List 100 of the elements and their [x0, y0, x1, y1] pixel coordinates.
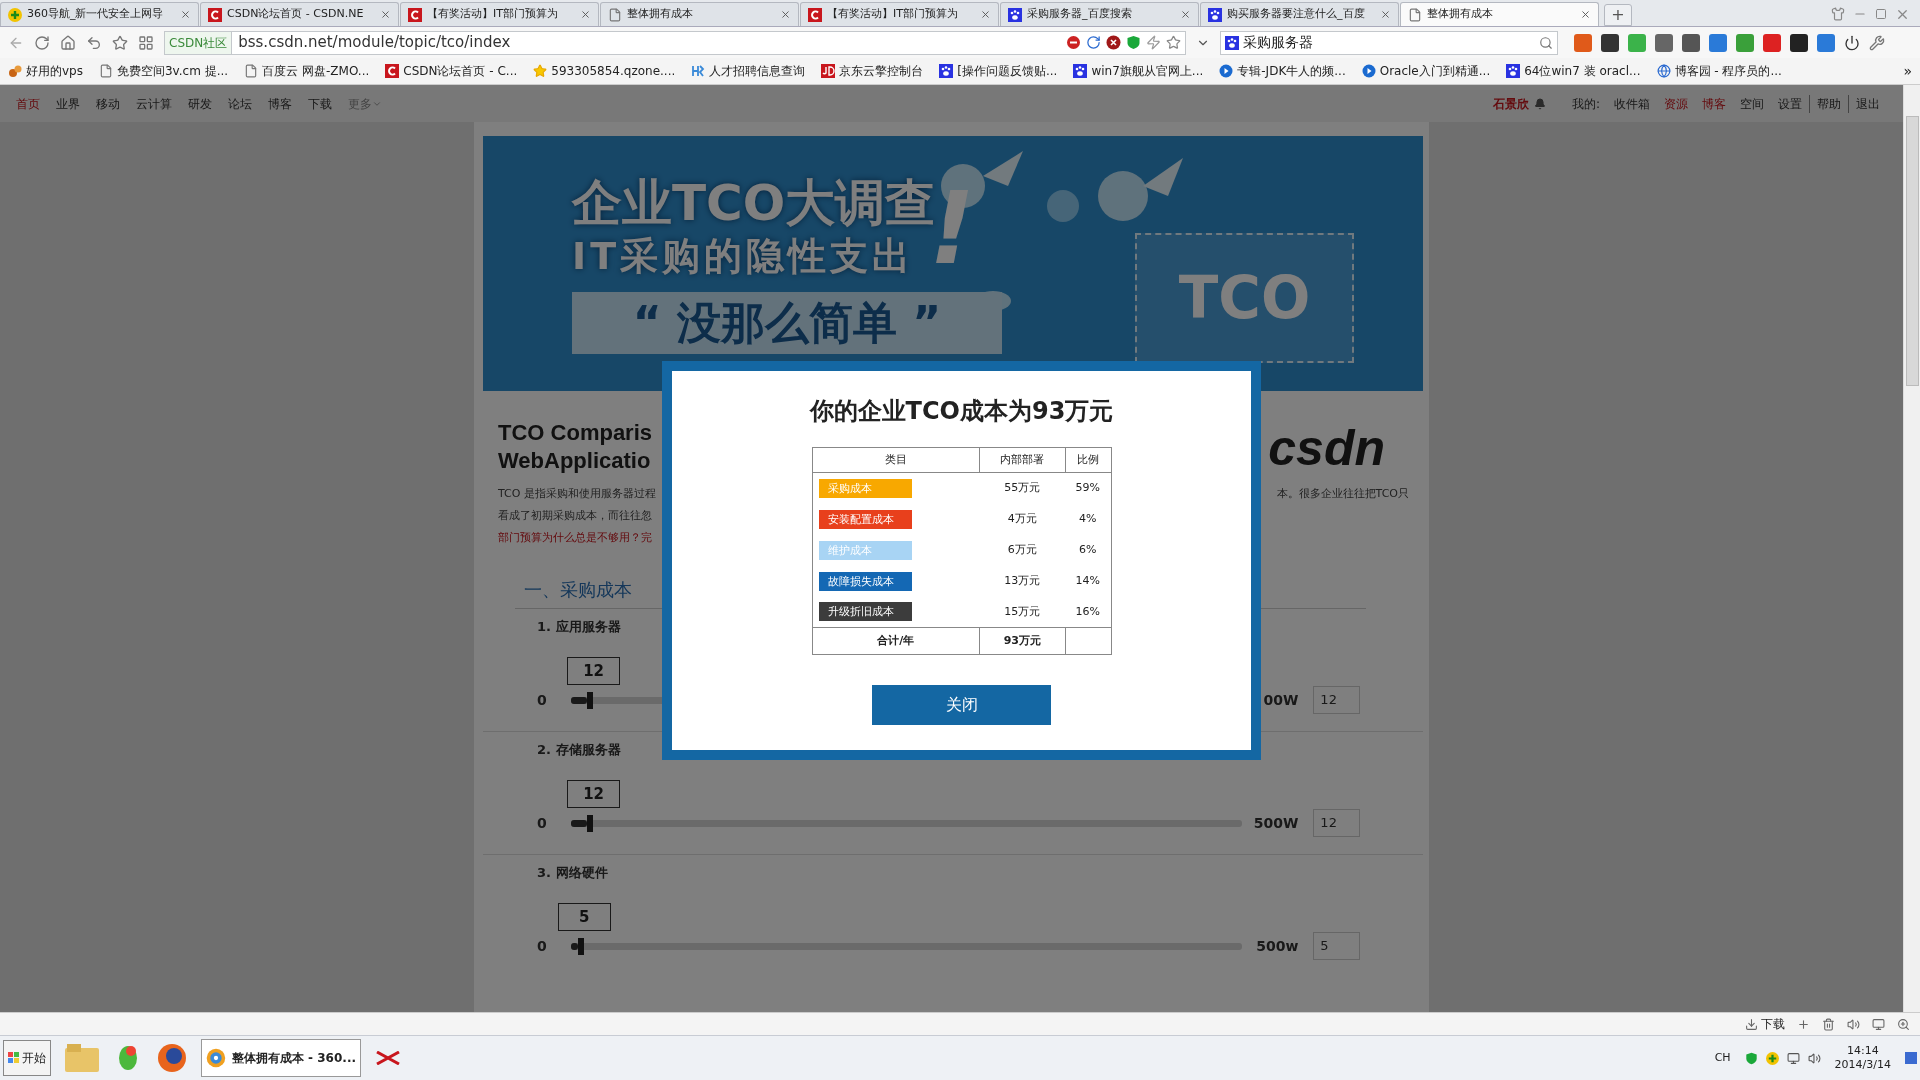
monitor-icon[interactable]	[1872, 1017, 1885, 1031]
bookmark-item[interactable]: 百度云 网盘-ZMO...	[244, 62, 370, 80]
nav-link[interactable]: 帮助	[1809, 94, 1848, 113]
nav-link[interactable]: 收件箱	[1614, 94, 1650, 113]
search-icon[interactable]	[1539, 35, 1553, 50]
nav-link[interactable]: 移动	[96, 94, 120, 113]
nav-link[interactable]: 下载	[308, 94, 332, 113]
power-icon[interactable]	[1844, 34, 1860, 51]
csdn-logo: csdn	[1268, 423, 1385, 473]
page-icon	[608, 7, 622, 22]
nav-link[interactable]: 博客	[268, 94, 292, 113]
slider-thumb[interactable]	[587, 814, 594, 832]
table-cell: 15万元	[979, 596, 1066, 628]
bookmark-item[interactable]: 593305854.qzone....	[533, 62, 676, 80]
downloads-button[interactable]: 下载	[1745, 1015, 1785, 1033]
new-tab-button[interactable]: +	[1604, 4, 1632, 26]
extension-icon[interactable]	[1601, 33, 1619, 52]
shield-icon[interactable]	[1744, 1051, 1758, 1065]
bookmark-item[interactable]: 人才招聘信息查询	[691, 62, 806, 80]
bookmark-item[interactable]: 免费空间3v.cm 提...	[99, 62, 229, 80]
section-heading: 一、采购成本	[523, 578, 632, 602]
nav-link[interactable]: 云计算	[136, 94, 172, 113]
language-indicator[interactable]: CH	[1714, 1049, 1731, 1067]
slider-thumb[interactable]	[587, 691, 594, 709]
skin-icon[interactable]	[1831, 7, 1845, 21]
speaker-icon[interactable]	[1847, 1017, 1860, 1031]
nav-link[interactable]: 业界	[56, 94, 80, 113]
browser-tab[interactable]: 【有奖活动】IT部门预算为	[400, 2, 599, 26]
block-icon[interactable]	[1066, 35, 1081, 50]
slider[interactable]	[571, 937, 1243, 955]
more-bookmarks-button[interactable]: »	[1903, 60, 1912, 82]
speaker-icon[interactable]	[1807, 1051, 1821, 1065]
extension-icon[interactable]	[1682, 33, 1700, 52]
bookmark-item[interactable]: 京东云擎控制台	[821, 62, 924, 80]
close-icon[interactable]	[1380, 9, 1391, 20]
shield-icon[interactable]	[1126, 35, 1141, 50]
close-icon[interactable]	[580, 9, 591, 20]
taskbar-app[interactable]: 整体拥有成本 - 360...	[201, 1039, 361, 1077]
clock-date[interactable]: 2014/3/14	[1834, 1058, 1891, 1072]
nav-link[interactable]: 设置	[1771, 94, 1809, 113]
close-icon[interactable]	[1180, 9, 1191, 20]
page-icon	[99, 64, 113, 78]
browser-tab[interactable]: 360导航_新一代安全上网导	[0, 2, 199, 26]
browser-tab[interactable]: CSDN论坛首页 - CSDN.NE	[200, 2, 399, 26]
browser-tab[interactable]: 购买服务器要注意什么_百度	[1200, 2, 1399, 26]
scrollbar[interactable]	[1903, 85, 1920, 1012]
x-logo-icon[interactable]	[375, 1051, 401, 1065]
value-input[interactable]: 5	[1313, 932, 1360, 960]
apps-icon[interactable]	[138, 34, 154, 51]
network-icon[interactable]	[1786, 1051, 1800, 1065]
undo-icon[interactable]	[86, 34, 102, 51]
bookmark-item[interactable]: win7旗舰从官网上...	[1073, 62, 1204, 80]
close-button[interactable]: 关闭	[872, 685, 1051, 725]
search-field[interactable]: 采购服务器	[1220, 30, 1558, 55]
clock-time[interactable]: 14:14	[1846, 1044, 1879, 1058]
column-header: 比例	[1065, 447, 1111, 473]
close-icon[interactable]	[780, 9, 791, 20]
bookmark-item[interactable]: 博客园 - 程序员的...	[1656, 62, 1782, 80]
address-field[interactable]: CSDN社区 bss.csdn.net/module/topic/tco/index	[164, 30, 1186, 55]
zoom-icon[interactable]	[1897, 1017, 1910, 1031]
nav-link[interactable]: 论坛	[228, 94, 252, 113]
cross-circle-icon[interactable]	[1106, 35, 1121, 50]
lightning-icon[interactable]	[1146, 35, 1161, 50]
play-icon	[1219, 64, 1234, 78]
nav-link[interactable]: 研发	[188, 94, 212, 113]
browser-tab[interactable]: 整体拥有成本	[1400, 2, 1599, 26]
slider[interactable]	[571, 814, 1243, 832]
refresh-icon[interactable]	[1086, 35, 1101, 50]
bookmark-item[interactable]: Oracle入门到精通...	[1361, 62, 1491, 80]
favorite-icon[interactable]	[112, 34, 128, 51]
close-icon[interactable]	[1580, 9, 1591, 20]
trash-icon[interactable]	[1822, 1017, 1835, 1031]
browser-tab[interactable]: 整体拥有成本	[600, 2, 799, 26]
favorite-icon[interactable]	[1166, 35, 1181, 50]
value-input[interactable]: 12	[1313, 686, 1360, 714]
browser-orb-icon[interactable]	[157, 1043, 187, 1073]
close-icon[interactable]	[180, 9, 191, 20]
add-icon[interactable]	[1797, 1017, 1810, 1031]
plus-circle-icon[interactable]	[1765, 1051, 1779, 1065]
slider-max-label: 00W	[1262, 690, 1299, 710]
browser-tab[interactable]: 【有奖活动】IT部门预算为	[800, 2, 999, 26]
extension-icon[interactable]	[1790, 33, 1808, 52]
bookmark-item[interactable]: 好用的vps	[8, 62, 83, 80]
close-icon[interactable]	[380, 9, 391, 20]
refresh-icon[interactable]	[34, 34, 50, 51]
value-input[interactable]: 12	[1313, 809, 1360, 837]
bookmark-item[interactable]: CSDN论坛首页 - C...	[385, 62, 518, 80]
bookmark-item[interactable]: 64位win7 装 oracl...	[1506, 62, 1641, 80]
start-button[interactable]: 开始	[3, 1040, 51, 1076]
browser-tab[interactable]: 采购服务器_百度搜索	[1000, 2, 1199, 26]
bookmark-item[interactable]: [操作问题反馈贴...	[939, 62, 1058, 80]
bookmark-item[interactable]: 专辑-JDK牛人的频...	[1219, 62, 1346, 80]
slider-thumb[interactable]	[578, 937, 585, 955]
close-icon[interactable]	[980, 9, 991, 20]
nav-link[interactable]: 退出	[1848, 94, 1887, 113]
settings-icon[interactable]	[1869, 34, 1885, 51]
bell-icon[interactable]	[1533, 97, 1546, 110]
home-icon[interactable]	[60, 34, 76, 51]
nav-link[interactable]: 空间	[1740, 94, 1764, 113]
maximize-icon[interactable]	[1875, 8, 1887, 20]
